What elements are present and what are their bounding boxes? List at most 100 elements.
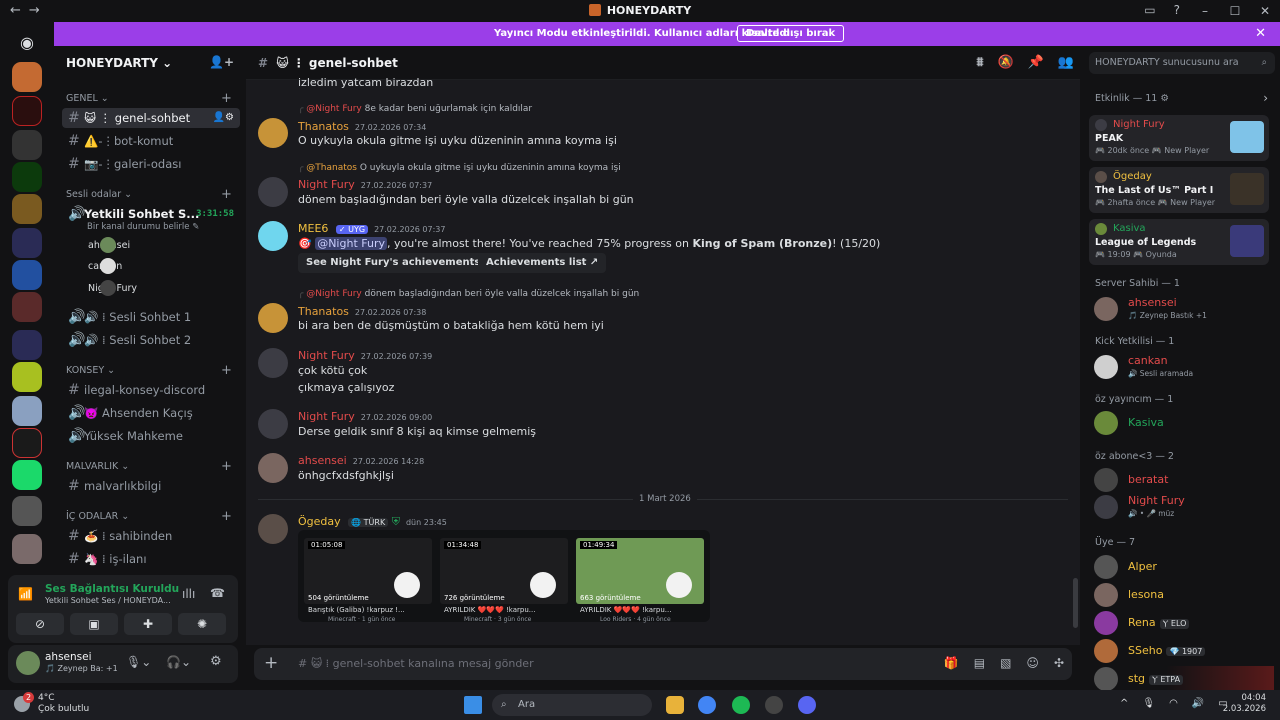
category-sesli[interactable]: Sesli odalar ⌄ +	[66, 187, 232, 202]
discord-home-icon[interactable]: ◉	[12, 28, 42, 58]
message-author[interactable]: Night Fury 27.02.2026 07:39	[298, 349, 432, 362]
emoji-icon[interactable]: ☺	[1026, 656, 1039, 670]
message-author[interactable]: Thanatos 27.02.2026 07:34	[298, 120, 426, 133]
mic-icon[interactable]: 🎙⌄	[126, 655, 151, 669]
server-icon[interactable]	[12, 260, 42, 290]
help-icon[interactable]: ?	[1174, 3, 1180, 17]
message-author[interactable]: Ögeday 🌐 TÜRK ⛨ dün 23:45	[298, 515, 447, 529]
server-icon[interactable]	[12, 496, 42, 526]
chrome-icon[interactable]	[698, 696, 716, 714]
channel-genel-sohbet[interactable]: # 😺 ⋮ genel-sohbet 👤⚙	[62, 108, 240, 128]
minimize-button[interactable]: –	[1190, 0, 1220, 22]
clock[interactable]: 04:04 2.03.2026	[1223, 693, 1266, 715]
message-author[interactable]: Thanatos 27.02.2026 07:38	[298, 305, 426, 318]
avatar[interactable]	[258, 453, 288, 483]
settings-icon[interactable]: ⚙	[210, 654, 222, 669]
server-icon[interactable]	[12, 460, 42, 490]
mic-icon[interactable]: 🎙	[1142, 698, 1155, 709]
sticker-icon[interactable]: ▧	[1000, 656, 1011, 670]
voice-channel-ahsenden[interactable]: 🔊👿 Ahsenden Kaçış	[62, 403, 240, 423]
server-icon[interactable]	[12, 194, 42, 224]
add-channel-icon[interactable]: +	[221, 363, 232, 378]
wifi-icon[interactable]: ◠	[1169, 698, 1178, 709]
apps-icon[interactable]: ✣	[1054, 656, 1064, 670]
voice-channel-2[interactable]: 🔊🔊 ⁞ Sesli Sohbet 2	[62, 330, 240, 350]
member-item[interactable]: lesona	[1094, 582, 1274, 608]
server-icon[interactable]	[12, 62, 42, 92]
maximize-button[interactable]: ☐	[1220, 0, 1250, 22]
reply-preview[interactable]: ╭ @Night Fury dönem başladığından beri ö…	[298, 289, 639, 299]
category-malvarlik[interactable]: MALVARLIK ⌄ +	[66, 459, 232, 474]
soundboard-icon[interactable]: ✺	[178, 613, 226, 635]
add-channel-icon[interactable]: +	[221, 91, 232, 106]
members-icon[interactable]: 👥	[1058, 55, 1074, 70]
reply-preview[interactable]: ╭ @Thanatos O uykuyla okula gitme işi uy…	[298, 163, 621, 173]
video-title[interactable]: Barıştık (Galiba) !karpuz !...	[308, 606, 405, 614]
notifications-muted-icon[interactable]: 🔕	[997, 55, 1013, 70]
scrollbar[interactable]	[1073, 578, 1078, 628]
message-author[interactable]: Night Fury 27.02.2026 07:37	[298, 178, 432, 191]
member-item[interactable]: ahsensei 🎵 Zeynep Bastık +1	[1094, 296, 1274, 322]
server-header[interactable]: HONEYDARTY ⌄ 👤+	[54, 46, 246, 80]
folder-icon[interactable]	[12, 330, 42, 360]
invite-icon[interactable]: 👤+	[209, 55, 234, 69]
member-item[interactable]: Kasiva	[1094, 410, 1274, 436]
reply-preview[interactable]: ╭ @Night Fury 8e kadar beni uğurlamak iç…	[298, 104, 532, 114]
disable-streamer-button[interactable]: Devre dışı bırak	[737, 25, 845, 42]
message-author[interactable]: ahsensei 27.02.2026 14:28	[298, 454, 424, 467]
avatar[interactable]	[258, 348, 288, 378]
voice-channel-yetkili[interactable]: 🔊Yetkili Sohbet S... 3:31:58	[62, 204, 240, 224]
member-item[interactable]: Alper	[1094, 554, 1274, 580]
server-icon[interactable]	[12, 130, 42, 160]
achievements-list-button[interactable]: Achievements list ↗	[478, 253, 607, 273]
server-icon[interactable]	[12, 362, 42, 392]
channel-bot-komut[interactable]: # ⚠️-⋮bot-komut	[62, 131, 240, 151]
voice-user[interactable]: cankan	[88, 258, 122, 276]
file-explorer-icon[interactable]	[666, 696, 684, 714]
avatar[interactable]	[258, 177, 288, 207]
video-thumbnail[interactable]: 01:34:48 726 görüntüleme	[440, 538, 568, 604]
activities-icon[interactable]: ✚	[124, 613, 172, 635]
disconnect-icon[interactable]: ☎	[210, 586, 225, 600]
chevron-right-icon[interactable]: ›	[1263, 91, 1268, 105]
member-item[interactable]: SSeho 💎 1907	[1094, 638, 1274, 664]
message-author[interactable]: Night Fury 27.02.2026 09:00	[298, 410, 432, 423]
avatar[interactable]	[258, 409, 288, 439]
channel-malvarlik[interactable]: # malvarlıkbilgi	[62, 476, 240, 496]
member-item[interactable]: Night Fury 🔊 • 🎤 müz	[1094, 494, 1274, 520]
server-icon[interactable]	[12, 428, 42, 458]
noise-suppression-icon[interactable]: ıllı	[182, 587, 195, 601]
video-title[interactable]: AYRILDIK ❤️❤️❤️ !karpu...	[580, 606, 671, 614]
server-name[interactable]: HONEYDARTY ⌄	[66, 56, 172, 70]
channel-ilegal[interactable]: # ilegal-konsey-discord	[62, 380, 240, 400]
message-input[interactable]: # 😺 ⁞ genel-sohbet kanalına mesaj gönder	[298, 657, 534, 670]
avatar[interactable]	[16, 651, 40, 675]
volume-icon[interactable]: 🔊	[1192, 698, 1204, 709]
add-channel-icon[interactable]: +	[221, 187, 232, 202]
server-icon[interactable]	[12, 396, 42, 426]
category-genel[interactable]: GENEL ⌄ +	[66, 91, 232, 106]
member-item[interactable]: cankan 🔊 Sesli aramada	[1094, 354, 1274, 380]
video-title[interactable]: AYRILDIK ❤️❤️❤️ !karpu...	[444, 606, 535, 614]
server-icon[interactable]	[12, 534, 42, 564]
taskbar-search[interactable]: ⌕ Ara	[492, 694, 652, 716]
channel-status[interactable]: Bir kanal durumu belirle ✎	[87, 222, 199, 232]
activity-card[interactable]: Night Fury PEAK 🎮 20dk önce 🎮 New Player	[1089, 115, 1269, 161]
weather-widget[interactable]: 4°C Çok bulutlu	[38, 693, 89, 715]
close-button[interactable]: ✕	[1250, 0, 1280, 22]
video-thumbnail[interactable]: 01:05:08 504 görüntüleme	[304, 538, 432, 604]
add-channel-icon[interactable]: +	[221, 509, 232, 524]
headphones-icon[interactable]: 🎧⌄	[166, 655, 191, 669]
voice-user[interactable]: ahsensei	[88, 237, 130, 255]
add-channel-icon[interactable]: +	[221, 459, 232, 474]
category-ic-odalar[interactable]: İÇ ODALAR ⌄ +	[66, 509, 232, 524]
server-icon[interactable]	[12, 162, 42, 192]
banner-close-icon[interactable]: ✕	[1255, 26, 1266, 41]
video-thumbnail[interactable]: 01:49:34 663 görüntüleme	[576, 538, 704, 604]
gif-icon[interactable]: ▤	[974, 656, 985, 670]
member-item[interactable]: beratat	[1094, 467, 1274, 493]
avatar[interactable]	[258, 118, 288, 148]
screen-share-icon[interactable]: ▣	[70, 613, 118, 635]
channel-galeri[interactable]: # 📷-⋮galeri-odası	[62, 154, 240, 174]
avatar[interactable]	[258, 221, 288, 251]
